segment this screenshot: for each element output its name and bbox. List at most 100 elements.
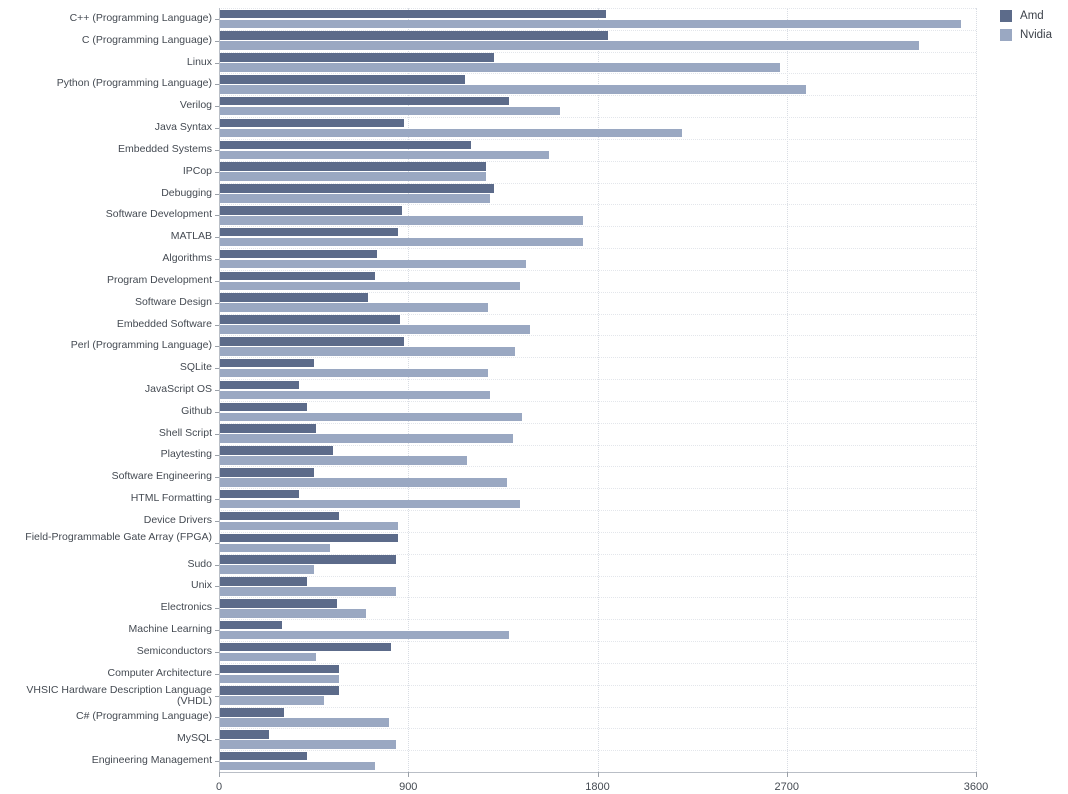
bar-amd[interactable] xyxy=(219,249,377,259)
bar-nvidia[interactable] xyxy=(219,150,550,160)
category-label: VHSIC Hardware Description Language (VHD… xyxy=(26,683,212,707)
bar-amd[interactable] xyxy=(219,31,608,40)
row-separator xyxy=(219,466,976,468)
legend-label: Nvidia xyxy=(1020,29,1052,41)
bar-nvidia[interactable] xyxy=(219,216,583,225)
bar-amd[interactable] xyxy=(219,402,308,412)
bar-amd[interactable] xyxy=(219,162,487,171)
bar-amd[interactable] xyxy=(219,511,339,521)
category-label: MATLAB xyxy=(170,230,212,243)
legend-swatch-icon xyxy=(1000,29,1013,41)
bar-amd[interactable] xyxy=(219,642,392,652)
category-label: Program Development xyxy=(106,273,212,286)
bar-amd[interactable] xyxy=(219,468,314,477)
bar-amd[interactable] xyxy=(219,140,472,150)
bar-amd[interactable] xyxy=(219,533,398,543)
bar-nvidia[interactable] xyxy=(219,128,682,138)
bar-amd[interactable] xyxy=(219,730,270,739)
bar-nvidia[interactable] xyxy=(219,303,489,312)
bar-amd[interactable] xyxy=(219,9,606,19)
bar-nvidia[interactable] xyxy=(219,412,522,422)
bar-amd[interactable] xyxy=(219,315,400,324)
x-tick-label: 2700 xyxy=(774,781,799,793)
bar-nvidia[interactable] xyxy=(219,347,516,356)
bar-nvidia[interactable] xyxy=(219,740,396,749)
category-label: Embedded Software xyxy=(116,317,212,330)
bar-nvidia[interactable] xyxy=(219,390,491,400)
bar-amd[interactable] xyxy=(219,293,369,302)
bar-nvidia[interactable] xyxy=(219,543,331,553)
bar-nvidia[interactable] xyxy=(219,237,583,247)
x-tick-label: 3600 xyxy=(963,781,989,793)
row-separator xyxy=(219,750,976,752)
bar-nvidia[interactable] xyxy=(219,609,367,618)
bar-nvidia[interactable] xyxy=(219,761,375,771)
bar-nvidia[interactable] xyxy=(219,368,489,378)
bar-amd[interactable] xyxy=(219,184,495,193)
bar-amd[interactable] xyxy=(219,118,405,128)
bar-amd[interactable] xyxy=(219,337,405,346)
bar-nvidia[interactable] xyxy=(219,652,316,662)
bar-amd[interactable] xyxy=(219,380,299,390)
bar-nvidia[interactable] xyxy=(219,259,526,269)
category-label: Python (Programming Language) xyxy=(56,77,212,90)
chart-legend: Amd Nvidia xyxy=(1000,10,1052,48)
bar-nvidia[interactable] xyxy=(219,718,390,727)
bar-nvidia[interactable] xyxy=(219,696,325,705)
x-tick xyxy=(786,772,788,777)
bar-amd[interactable] xyxy=(219,358,314,368)
category-label: Sudo xyxy=(187,557,212,570)
bar-amd[interactable] xyxy=(219,555,396,564)
bar-amd[interactable] xyxy=(219,686,339,695)
bar-amd[interactable] xyxy=(219,227,398,237)
category-label: HTML Formatting xyxy=(130,492,212,505)
category-label: Shell Script xyxy=(158,426,212,439)
x-tick-label: 0 xyxy=(215,781,223,793)
bar-nvidia[interactable] xyxy=(219,85,806,94)
row-separator xyxy=(219,575,976,577)
row-separator xyxy=(219,728,976,730)
legend-item[interactable]: Nvidia xyxy=(1000,29,1052,41)
bar-nvidia[interactable] xyxy=(219,674,339,684)
x-tick xyxy=(597,772,599,777)
bar-amd[interactable] xyxy=(219,75,466,84)
category-label: Embedded Systems xyxy=(118,142,212,155)
legend-item[interactable]: Amd xyxy=(1000,10,1052,22)
bar-nvidia[interactable] xyxy=(219,499,520,509)
bar-amd[interactable] xyxy=(219,751,308,761)
bar-nvidia[interactable] xyxy=(219,434,514,443)
category-label: Algorithms xyxy=(162,252,212,265)
bar-nvidia[interactable] xyxy=(219,194,491,203)
bar-nvidia[interactable] xyxy=(219,630,510,640)
bar-nvidia[interactable] xyxy=(219,456,468,465)
y-axis-line xyxy=(219,8,220,772)
bar-amd[interactable] xyxy=(219,206,402,215)
bar-amd[interactable] xyxy=(219,489,299,499)
bar-nvidia[interactable] xyxy=(219,325,531,334)
bar-amd[interactable] xyxy=(219,96,510,106)
category-label: Github xyxy=(181,404,212,417)
legend-swatch-icon xyxy=(1000,10,1013,22)
bar-nvidia[interactable] xyxy=(219,63,781,72)
category-label: Perl (Programming Language) xyxy=(70,339,212,352)
bar-nvidia[interactable] xyxy=(219,478,508,487)
bar-nvidia[interactable] xyxy=(219,19,962,29)
bar-amd[interactable] xyxy=(219,620,283,630)
bar-nvidia[interactable] xyxy=(219,172,487,181)
bar-amd[interactable] xyxy=(219,424,316,433)
category-label: Electronics xyxy=(160,601,212,614)
bar-amd[interactable] xyxy=(219,271,375,281)
category-label: MySQL xyxy=(176,732,212,745)
bar-amd[interactable] xyxy=(219,577,308,586)
bar-amd[interactable] xyxy=(219,664,339,674)
bar-amd[interactable] xyxy=(219,708,285,717)
bar-nvidia[interactable] xyxy=(219,521,398,531)
bar-amd[interactable] xyxy=(219,599,337,608)
bar-nvidia[interactable] xyxy=(219,587,396,596)
bar-nvidia[interactable] xyxy=(219,106,560,116)
bar-nvidia[interactable] xyxy=(219,281,520,291)
bar-nvidia[interactable] xyxy=(219,41,920,50)
bar-amd[interactable] xyxy=(219,53,495,62)
bar-nvidia[interactable] xyxy=(219,565,314,574)
bar-amd[interactable] xyxy=(219,446,333,455)
